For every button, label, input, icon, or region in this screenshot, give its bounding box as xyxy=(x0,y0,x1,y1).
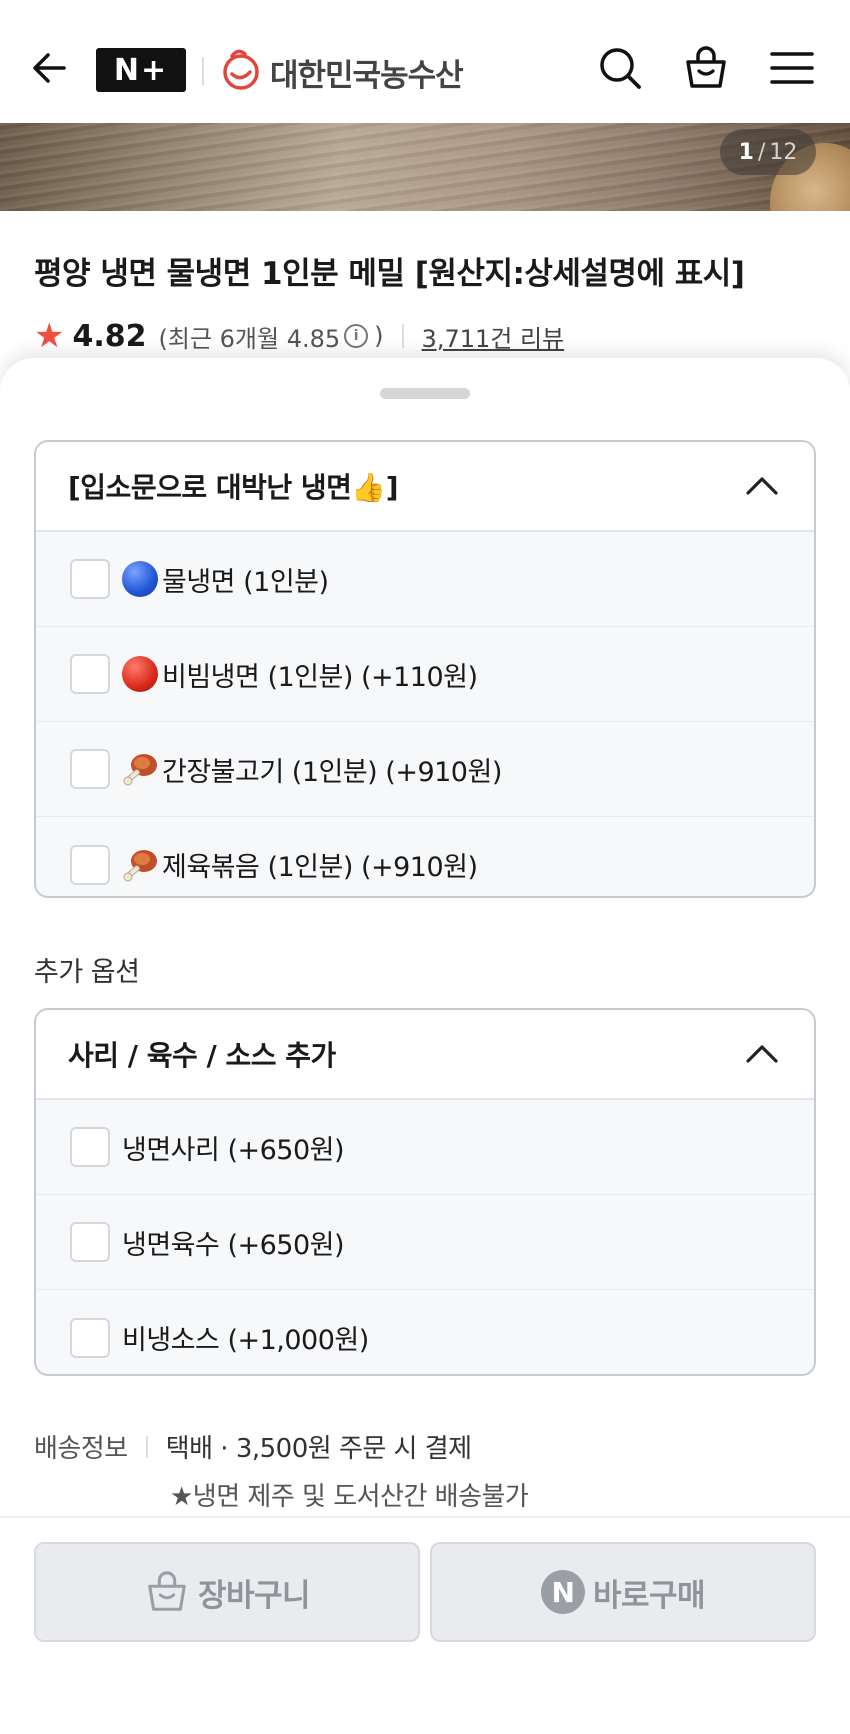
add-to-cart-button[interactable]: 장바구니 xyxy=(34,1542,420,1642)
pager-current: 1 xyxy=(738,139,754,165)
option-checkbox[interactable] xyxy=(70,559,110,599)
buy-now-button[interactable]: N 바로구매 xyxy=(430,1542,816,1642)
option-group-extra-header[interactable]: 사리 / 육수 / 소스 추가 xyxy=(36,1010,814,1100)
option-checkbox[interactable] xyxy=(70,1317,110,1358)
recent-rating-text: (최근 6개월 4.85 xyxy=(158,324,341,353)
option-checkbox[interactable] xyxy=(70,1127,110,1167)
option-checkbox[interactable] xyxy=(70,1222,110,1262)
option-text: 비빔냉면 (1인분) (+110원) xyxy=(162,661,478,693)
header-divider xyxy=(202,57,204,85)
pager-total: 12 xyxy=(769,139,798,165)
option-label: 물냉면 (1인분) xyxy=(122,560,329,599)
red-circle-icon xyxy=(122,656,158,692)
option-label: 제육볶음 (1인분) (+910원) xyxy=(122,845,478,884)
option-label: 비빔냉면 (1인분) (+110원) xyxy=(122,655,478,694)
top-header: N+ 대한민국농수산 xyxy=(0,0,850,123)
option-item-naengmyeon-sari[interactable]: 냉면사리 (+650원) xyxy=(36,1100,814,1195)
shopping-bag-icon xyxy=(148,1571,186,1611)
option-checkbox[interactable] xyxy=(70,654,110,694)
rating-row: ★ 4.82 (최근 6개월 4.85 i ) 3,711건 리뷰 xyxy=(34,314,564,358)
chevron-up-icon[interactable] xyxy=(744,1036,780,1072)
nplus-logo[interactable]: N+ xyxy=(96,48,186,92)
option-text: 냉면육수 (+650원) xyxy=(122,1229,345,1261)
info-icon[interactable]: i xyxy=(344,324,369,348)
image-pager: 1 / 12 xyxy=(720,129,816,175)
product-image[interactable]: 1 / 12 xyxy=(0,123,850,211)
option-text: 제육볶음 (1인분) (+910원) xyxy=(162,852,478,883)
option-group-extra-title: 사리 / 육수 / 소스 추가 xyxy=(68,1039,336,1072)
blue-circle-icon xyxy=(122,561,158,597)
purchase-footer: 장바구니 N 바로구매 xyxy=(0,1516,850,1734)
option-group-main-title: [입소문으로 대박난 냉면👍] xyxy=(68,471,399,504)
meat-on-bone-icon xyxy=(123,849,157,881)
option-text: 비냉소스 (+1,000원) xyxy=(122,1325,369,1356)
meat-on-bone-icon xyxy=(123,754,157,786)
option-checkbox[interactable] xyxy=(70,749,110,789)
option-item-ganjang-bulgogi[interactable]: 간장불고기 (1인분) (+910원) xyxy=(36,722,814,817)
brand-logo-icon[interactable] xyxy=(218,46,264,92)
shipping-note: ★냉면 제주 및 도서산간 배송불가 xyxy=(170,1482,529,1512)
option-text: 냉면사리 (+650원) xyxy=(122,1134,345,1166)
review-count-link[interactable]: 3,711건 리뷰 xyxy=(422,319,565,354)
pager-divider: / xyxy=(757,139,766,165)
product-title: 평양 냉면 물냉면 1인분 메밀 [원산지:상세설명에 표시] xyxy=(34,256,745,292)
shipping-value: 택배 · 3,500원 주문 시 결제 xyxy=(165,1434,472,1464)
shipping-label: 배송정보 xyxy=(34,1434,128,1464)
back-arrow-icon[interactable] xyxy=(28,46,72,90)
menu-icon[interactable] xyxy=(768,44,816,92)
search-icon[interactable] xyxy=(596,44,644,92)
option-group-main: [입소문으로 대박난 냉면👍] 물냉면 (1인분) 비빔냉면 (1인분) (+1… xyxy=(34,440,816,898)
option-label: 간장불고기 (1인분) (+910원) xyxy=(122,750,502,789)
recent-rating: (최근 6개월 4.85 i ) xyxy=(159,319,384,354)
add-to-cart-label: 장바구니 xyxy=(197,1577,311,1614)
chevron-up-icon[interactable] xyxy=(744,468,780,504)
brand-name[interactable]: 대한민국농수산 xyxy=(270,50,464,95)
option-item-mul-naengmyeon[interactable]: 물냉면 (1인분) xyxy=(36,532,814,627)
npay-icon: N xyxy=(540,1570,585,1614)
recent-rating-close: ) xyxy=(374,322,384,350)
extra-options-label: 추가 옵션 xyxy=(34,957,140,988)
option-checkbox[interactable] xyxy=(70,844,110,885)
option-text: 간장불고기 (1인분) (+910원) xyxy=(162,756,502,788)
option-group-main-header[interactable]: [입소문으로 대박난 냉면👍] xyxy=(36,442,814,532)
rating-value: 4.82 xyxy=(72,318,147,354)
option-item-bingnaeng-sauce[interactable]: 비냉소스 (+1,000원) xyxy=(36,1290,814,1374)
option-group-extra: 사리 / 육수 / 소스 추가 냉면사리 (+650원) 냉면육수 (+650원… xyxy=(34,1008,816,1376)
shopping-bag-icon[interactable] xyxy=(682,44,730,92)
option-item-bibim-naengmyeon[interactable]: 비빔냉면 (1인분) (+110원) xyxy=(36,627,814,722)
shipping-info: 배송정보 택배 · 3,500원 주문 시 결제 xyxy=(34,1428,472,1465)
buy-now-label: 바로구매 xyxy=(592,1577,706,1614)
option-text: 물냉면 (1인분) xyxy=(162,566,329,598)
sheet-drag-handle[interactable] xyxy=(380,388,470,399)
shipping-divider xyxy=(145,1435,148,1458)
option-item-naengmyeon-yuksu[interactable]: 냉면육수 (+650원) xyxy=(36,1195,814,1290)
star-icon: ★ xyxy=(34,316,65,356)
option-item-jeyuk-bokkeum[interactable]: 제육볶음 (1인분) (+910원) xyxy=(36,817,814,896)
rating-divider xyxy=(401,324,404,348)
